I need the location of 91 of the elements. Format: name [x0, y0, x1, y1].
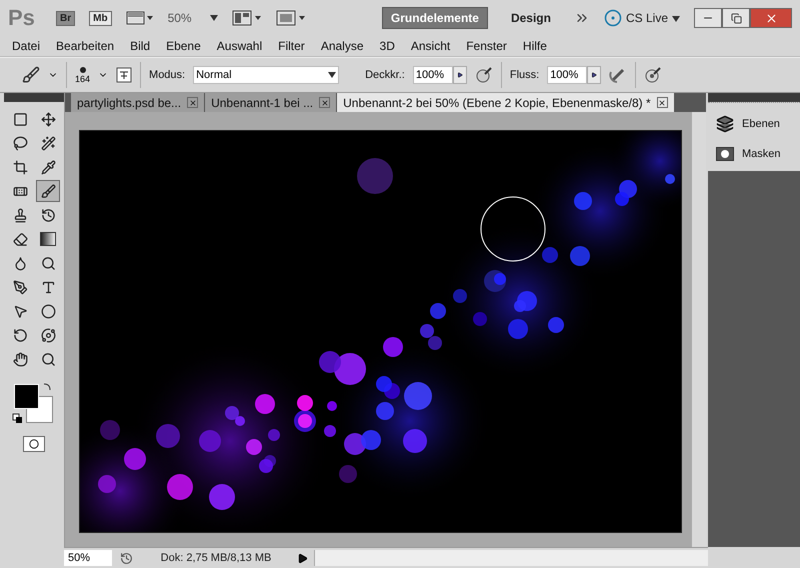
- triangle-icon: [591, 72, 598, 78]
- zoom-level-dropdown[interactable]: 50%: [168, 11, 192, 25]
- menu-item[interactable]: Auswahl: [216, 39, 262, 53]
- arrange-documents-icon[interactable]: [232, 10, 262, 26]
- rotate-3d-icon: [12, 328, 28, 342]
- opacity-field[interactable]: 100%: [412, 66, 453, 84]
- brush-tip-icon[interactable]: [78, 66, 87, 74]
- mode-label: Modus:: [149, 69, 186, 81]
- mask-icon: [716, 147, 734, 161]
- menu-item[interactable]: Datei: [12, 39, 40, 53]
- ellipse-icon: [40, 304, 56, 318]
- history-brush-icon: [40, 208, 56, 222]
- quick-mask-button[interactable]: [23, 436, 45, 452]
- screen-mode-icon[interactable]: [276, 10, 306, 26]
- close-icon: [320, 98, 329, 106]
- cs-live-menu[interactable]: CS Live: [626, 11, 668, 25]
- triangle-icon: [456, 72, 463, 78]
- menu-item[interactable]: Hilfe: [522, 39, 547, 53]
- menu-item[interactable]: Ebene: [166, 39, 201, 53]
- mode-value: Normal: [196, 69, 232, 81]
- panel-label: Ebenen: [742, 118, 780, 130]
- close-icon: [658, 98, 666, 106]
- gradient-icon: [40, 232, 56, 246]
- arrow-pointer-icon: [12, 304, 28, 318]
- flow-slider-button[interactable]: [587, 66, 602, 84]
- document-tab[interactable]: Unbenannt-2 bei 50% (Ebene 2 Kopie, Ebenenmaske/8) *: [337, 93, 674, 112]
- bridge-button[interactable]: Br: [56, 10, 76, 26]
- pressure-opacity-icon[interactable]: [474, 66, 493, 84]
- zoom-field[interactable]: 50%: [64, 550, 112, 566]
- pen-icon: [12, 280, 28, 294]
- menu-item[interactable]: 3D: [380, 39, 395, 53]
- opacity-label: Deckkr.:: [365, 69, 405, 81]
- close-button[interactable]: [750, 8, 792, 28]
- menu-item[interactable]: Bearbeiten: [56, 39, 114, 53]
- document-tab[interactable]: partylights.psd be...: [71, 93, 204, 112]
- lasso-icon: [12, 136, 28, 150]
- tab-close-button[interactable]: [187, 97, 198, 108]
- status-icon[interactable]: [120, 552, 133, 564]
- brush-icon: [40, 184, 56, 198]
- tab-close-button[interactable]: [656, 97, 668, 108]
- text-tool-icon: [40, 280, 56, 294]
- flow-field[interactable]: 100%: [547, 66, 588, 84]
- close-icon: [764, 12, 778, 24]
- layers-icon: [716, 115, 734, 133]
- panel-button[interactable]: Masken: [714, 145, 794, 163]
- menu-item[interactable]: Bild: [130, 39, 150, 53]
- workspace-button[interactable]: Design: [502, 7, 560, 29]
- caret-icon[interactable]: [328, 72, 336, 78]
- minimize-button[interactable]: [694, 8, 722, 28]
- pressure-size-icon[interactable]: [644, 66, 662, 84]
- eyedropper-icon: [40, 160, 56, 174]
- orbit-3d-icon: [40, 328, 56, 342]
- brush-tool[interactable]: [36, 180, 60, 202]
- move-icon: [40, 112, 56, 126]
- panel-header-bar: [4, 93, 64, 102]
- flow-label: Fluss:: [510, 69, 540, 81]
- crop-icon: [12, 160, 28, 174]
- zoom-icon: [40, 352, 56, 366]
- eraser-icon: [12, 232, 28, 246]
- document-tab[interactable]: Unbenannt-1 bei ...: [205, 93, 336, 112]
- horizontal-scrollbar[interactable]: [314, 550, 708, 566]
- brush-size: 164: [75, 74, 90, 84]
- mode-dropdown[interactable]: Normal: [193, 66, 340, 84]
- menu-item[interactable]: Fenster: [466, 39, 507, 53]
- brush-tool-icon[interactable]: [22, 66, 40, 84]
- circle-icon: [29, 439, 39, 449]
- panel-button[interactable]: Ebenen: [714, 113, 794, 135]
- caret-icon[interactable]: [210, 15, 218, 21]
- vertical-scrollbar[interactable]: [691, 112, 706, 547]
- document-size: Dok: 2,75 MB/8,13 MB: [160, 552, 272, 564]
- tab-close-button[interactable]: [319, 97, 330, 108]
- marquee-icon: [12, 112, 28, 126]
- wand-icon: [40, 136, 56, 150]
- stamp-icon: [12, 208, 28, 222]
- opacity-slider-button[interactable]: [452, 66, 467, 84]
- menu-item[interactable]: Ansicht: [410, 39, 450, 53]
- restore-button[interactable]: [722, 8, 750, 28]
- menu-item[interactable]: Analyse: [320, 39, 364, 53]
- caret-icon[interactable]: [672, 16, 680, 22]
- brush-panel-icon[interactable]: [116, 67, 132, 83]
- restore-icon: [730, 12, 742, 24]
- close-icon: [188, 98, 197, 106]
- menu-item[interactable]: Filter: [278, 39, 305, 53]
- hand-icon: [12, 352, 28, 366]
- workspace-button[interactable]: Grundelemente: [382, 7, 488, 29]
- app-logo: Ps: [8, 5, 36, 31]
- mini-bridge-button[interactable]: Mb: [89, 10, 112, 26]
- panel-label: Masken: [742, 148, 781, 160]
- cs-live-icon[interactable]: [604, 9, 622, 27]
- status-menu-icon[interactable]: [297, 552, 308, 564]
- droplet-icon: [12, 256, 28, 270]
